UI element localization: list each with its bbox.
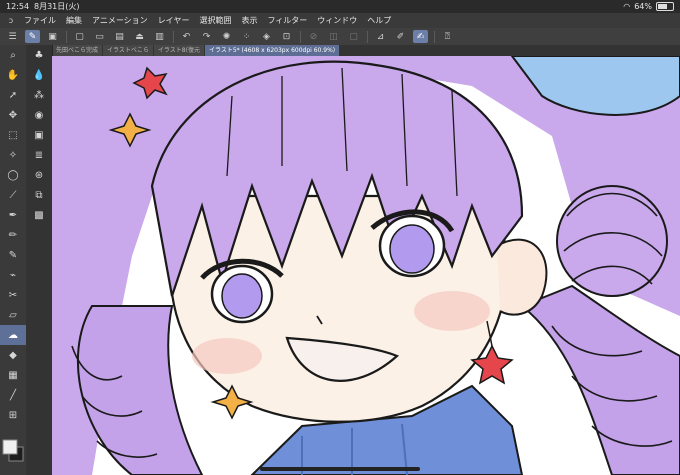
clear-outside-icon[interactable]: ◫	[326, 30, 341, 43]
transform-icon[interactable]: ⊡	[279, 30, 294, 43]
hand-icon[interactable]: ✋	[0, 65, 26, 85]
blush-right	[414, 291, 490, 331]
eye-left-iris	[221, 273, 263, 319]
gradient-icon[interactable]: ▦	[0, 365, 26, 385]
layers-icon[interactable]: ≣	[26, 145, 52, 165]
status-time: 12:54	[6, 2, 30, 11]
lasso-icon[interactable]: ◯	[0, 165, 26, 185]
menu-file[interactable]: ファイル	[24, 15, 56, 26]
frame-icon[interactable]: ⊞	[0, 405, 26, 425]
tab-label: イラスト8(復元	[157, 47, 200, 54]
undo-icon[interactable]: ↶	[179, 30, 194, 43]
home-indicator	[260, 467, 420, 471]
pen-icon[interactable]: ✒	[0, 205, 26, 225]
selection-icon[interactable]: ⬚	[0, 125, 26, 145]
crop-icon[interactable]: ▢	[346, 30, 361, 43]
tab-document-current[interactable]: イラスト5* (4608 x 6203px 600dpi 60.9%)	[204, 45, 340, 56]
deselect-icon[interactable]: ⁘	[239, 30, 254, 43]
app-logo-icon[interactable]: ↄ	[4, 16, 18, 25]
new-file-icon[interactable]: ▢	[72, 30, 87, 43]
menu-layer[interactable]: レイヤー	[158, 15, 190, 26]
wifi-icon: ◠	[623, 2, 631, 11]
menu-window[interactable]: ウィンドウ	[317, 15, 357, 26]
camera-icon[interactable]: ▣	[45, 30, 60, 43]
status-bar: 12:54 8月31日(火) ◠ 64%	[0, 0, 680, 13]
fill-bucket-icon[interactable]: ◆	[0, 345, 26, 365]
eyedropper-icon[interactable]: ⟋	[0, 185, 26, 205]
tab-document-1[interactable]: 先田べこら完成	[52, 45, 103, 56]
toolbar-separator	[173, 30, 174, 43]
brush-icon[interactable]: ✎	[0, 245, 26, 265]
toolbar-separator	[434, 30, 435, 43]
spinner-icon[interactable]: ✺	[219, 30, 234, 43]
color-swatch[interactable]	[0, 437, 26, 467]
zoom-icon[interactable]: ⌕	[0, 45, 26, 65]
blush-left	[192, 338, 262, 374]
airbrush-icon[interactable]: ⌁	[0, 265, 26, 285]
tool-palette: ⌕ ✋ ➚ ✥ ⬚ ✧ ◯ ⟋ ✒ ✏ ✎ ⌁ ✂ ▱ ☁ ◆ ▦ ╱ ⊞	[0, 45, 26, 475]
eraser-icon[interactable]: ▱	[0, 305, 26, 325]
battery-percent: 64%	[634, 2, 652, 11]
menu-animation[interactable]: アニメーション	[92, 15, 148, 26]
brush-settings-icon[interactable]: ✐	[393, 30, 408, 43]
adjust-icon[interactable]: ⊛	[26, 165, 52, 185]
canvas[interactable]	[52, 56, 680, 475]
redo-icon[interactable]: ↷	[199, 30, 214, 43]
battery-icon	[656, 2, 674, 11]
pencil-icon[interactable]: ✏	[0, 225, 26, 245]
drops-icon[interactable]: ⁂	[26, 85, 52, 105]
braid-right	[520, 284, 680, 475]
stack-icon[interactable]: ⧉	[26, 185, 52, 205]
status-date: 8月31日(火)	[34, 2, 80, 11]
line-icon[interactable]: ╱	[0, 385, 26, 405]
fill-icon[interactable]: ◈	[259, 30, 274, 43]
layer-tool-icon[interactable]: ♣	[26, 45, 52, 65]
panel-icon[interactable]: ▣	[26, 125, 52, 145]
clear-icon[interactable]: ⊘	[306, 30, 321, 43]
pen-pressure-icon[interactable]: ✍	[413, 30, 428, 43]
tab-label: イラスト5* (4608 x 6203px 600dpi 60.9%)	[208, 47, 336, 54]
tab-document-2[interactable]: イラストべこら	[103, 45, 153, 56]
status-right: ◠ 64%	[623, 0, 674, 13]
sub-tool-palette: ♣ 💧 ⁂ ◉ ▣ ≣ ⊛ ⧉ ▩	[26, 45, 53, 475]
save-icon[interactable]: ▤	[112, 30, 127, 43]
operation-icon[interactable]: ➚	[0, 85, 26, 105]
auto-select-icon[interactable]: ✧	[0, 145, 26, 165]
image-icon[interactable]: ▩	[26, 205, 52, 225]
document-tabs: 先田べこら完成 イラストべこら イラスト8(復元 イラスト5* (4608 x …	[52, 45, 680, 56]
command-bar: ☰ ✎ ▣ ▢ ▭ ▤ ⏏ ▥ ↶ ↷ ✺ ⁘ ◈ ⊡ ⊘ ◫ ▢ ⊿ ✐ ✍ …	[0, 28, 680, 46]
illustration	[52, 56, 680, 475]
menu-view[interactable]: 表示	[241, 15, 257, 26]
decoration-icon[interactable]: ✂	[0, 285, 26, 305]
toolbar-separator	[300, 30, 301, 43]
menu-selection[interactable]: 選択範囲	[199, 15, 231, 26]
tab-label: イラストべこら	[107, 47, 149, 54]
hamburger-menu-icon[interactable]: ☰	[5, 30, 20, 43]
ruler-icon[interactable]: ⊿	[373, 30, 388, 43]
menu-help[interactable]: ヘルプ	[367, 15, 391, 26]
settings-icon[interactable]: ◉	[26, 105, 52, 125]
move-icon[interactable]: ✥	[0, 105, 26, 125]
menu-bar: ↄ ファイル 編集 アニメーション レイヤー 選択範囲 表示 フィルター ウィン…	[0, 13, 680, 28]
menu-filter[interactable]: フィルター	[267, 15, 307, 26]
tab-label: 先田べこら完成	[56, 47, 99, 54]
eye-right-iris	[389, 224, 435, 274]
toolbar-separator	[367, 30, 368, 43]
blend-icon[interactable]: ☁	[0, 325, 26, 345]
toolbar-separator	[66, 30, 67, 43]
tab-document-3[interactable]: イラスト8(復元	[153, 45, 204, 56]
reference-icon[interactable]: ⍰	[440, 30, 455, 43]
menu-edit[interactable]: 編集	[66, 15, 82, 26]
drop-icon[interactable]: 💧	[26, 65, 52, 85]
quick-tool-icon[interactable]: ✎	[25, 30, 40, 43]
export-icon[interactable]: ⏏	[132, 30, 147, 43]
share-icon[interactable]: ▥	[152, 30, 167, 43]
open-folder-icon[interactable]: ▭	[92, 30, 107, 43]
